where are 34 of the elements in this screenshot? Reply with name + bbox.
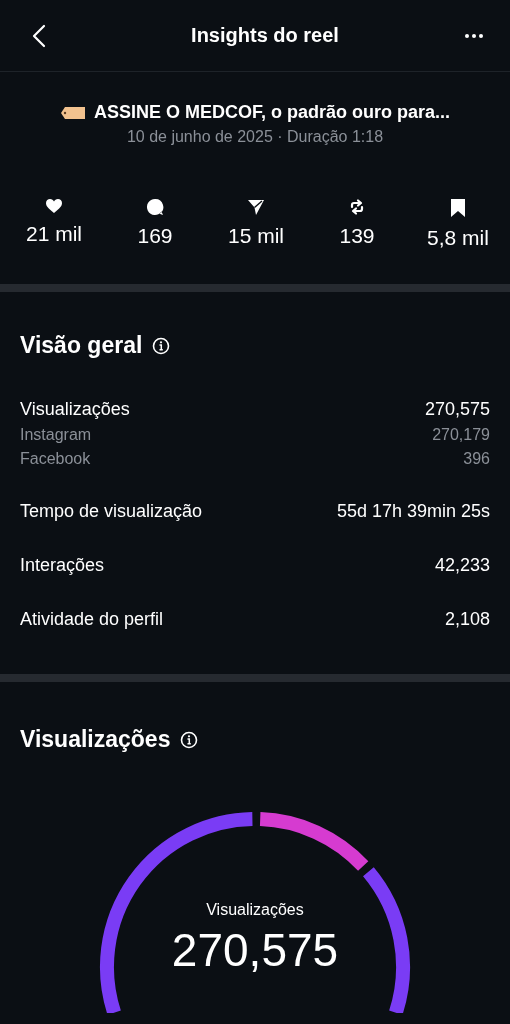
metric-label: Atividade do perfil [20, 609, 164, 630]
stat-count: 169 [137, 224, 173, 248]
reel-date-duration: 10 de junho de 2025 · Duração 1:18 [126, 128, 384, 146]
metric-value: 42,233 [434, 555, 490, 576]
comment-icon [146, 198, 164, 216]
stat-count: 21 mil [26, 222, 82, 246]
bookmark-icon [450, 198, 466, 218]
section-title: Visualizações [20, 726, 171, 753]
info-icon[interactable] [180, 730, 199, 749]
repost-icon [348, 198, 366, 216]
more-options-icon[interactable] [464, 32, 484, 39]
send-icon [247, 198, 265, 216]
metric-label: Tempo de visualização [20, 501, 203, 522]
source-value: 270,179 [432, 426, 490, 444]
gauge-value: 270,575 [171, 923, 339, 977]
source-value: 396 [463, 450, 490, 468]
stat-count: 15 mil [228, 224, 284, 248]
metric-label: Visualizações [20, 399, 130, 420]
stat-count: 5,8 mil [427, 226, 489, 250]
stat-count: 139 [339, 224, 375, 248]
heart-icon [45, 198, 63, 214]
screen-title: Insights do reel [191, 24, 339, 47]
metric-label: Interações [20, 555, 105, 576]
reel-caption: ASSINE O MEDCOF, o padrão ouro para... [93, 102, 450, 123]
back-icon[interactable] [32, 23, 46, 48]
gauge-label: Visualizações [206, 901, 304, 919]
info-icon[interactable] [152, 336, 171, 355]
source-label: Instagram [20, 426, 92, 444]
source-label: Facebook [20, 450, 91, 468]
metric-value: 270,575 [424, 399, 490, 420]
metric-value: 2,108 [444, 609, 490, 630]
tag-icon [59, 105, 86, 120]
section-title: Visão geral [20, 332, 143, 359]
metric-value: 55d 17h 39min 25s [336, 501, 490, 522]
